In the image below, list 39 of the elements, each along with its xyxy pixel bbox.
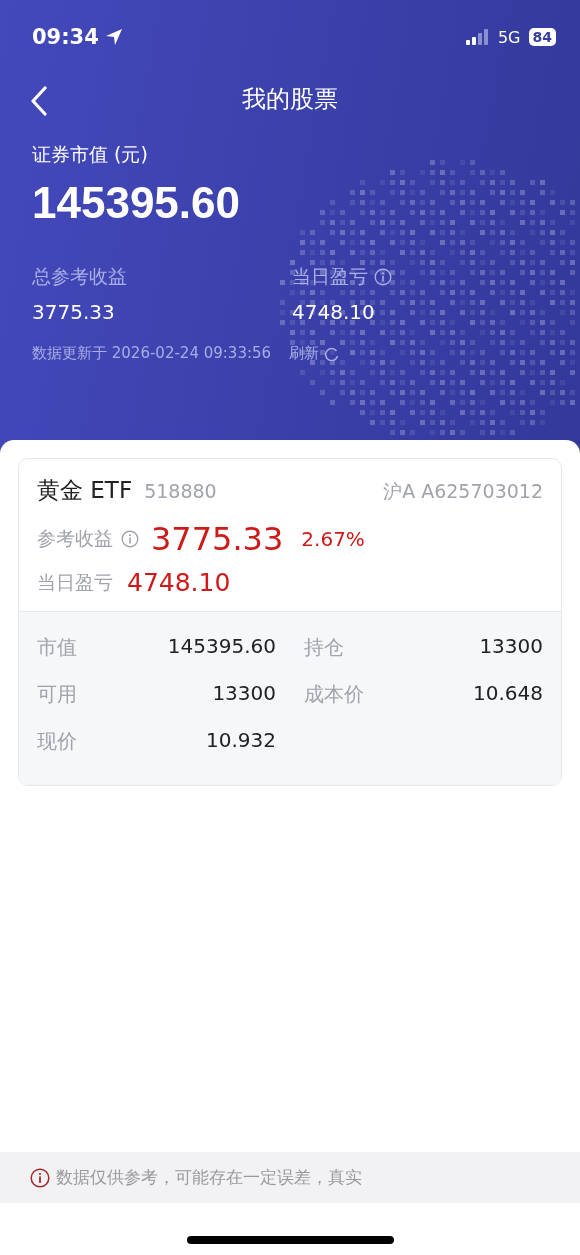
- back-icon[interactable]: [30, 86, 48, 116]
- stat-value: 13300: [212, 681, 276, 707]
- market-value-label: 证券市值 (元): [32, 142, 149, 167]
- signal-icon: [465, 29, 490, 45]
- daily-label: 当日盈亏: [37, 569, 113, 595]
- stock-code: 518880: [144, 480, 217, 502]
- metric-value: 4748.10: [292, 300, 376, 324]
- daily-value: 4748.10: [127, 568, 231, 597]
- stat-value: 10.932: [206, 728, 276, 754]
- status-time: 09:34: [32, 25, 99, 49]
- metric-label: 当日盈亏: [292, 264, 368, 289]
- battery-level: 84: [528, 28, 556, 46]
- stat-label: 可用: [37, 681, 77, 708]
- stat-value: 145395.60: [167, 634, 276, 660]
- stat-label: 现价: [37, 728, 77, 755]
- account-number: 沪A A625703012: [383, 479, 543, 504]
- stat-label: 成本价: [304, 681, 364, 708]
- profit-percent: 2.67%: [301, 527, 365, 551]
- metric-label: 总参考收益: [32, 264, 127, 289]
- stat-value: 10.648: [473, 681, 543, 707]
- metric-value: 3775.33: [32, 300, 116, 324]
- profit-label: 参考收益: [37, 526, 113, 551]
- stat-label: 持仓: [304, 634, 344, 661]
- refresh-button[interactable]: 刷新: [289, 344, 340, 363]
- disclaimer-text: 数据仅供参考，可能存在一定误差，真实: [56, 1166, 362, 1189]
- market-value: 145395.60: [32, 178, 241, 228]
- stat-value: 13300: [479, 634, 543, 660]
- info-icon: [121, 530, 139, 548]
- info-icon: [374, 268, 392, 286]
- holding-card[interactable]: 黄金 ETF 518880 沪A A625703012 参考收益 3775.33 2.67% 当日盈亏 4748.10 市值 145395.60 持仓 13300 可用 13300 成本价 10.648 现价 10.932: [18, 458, 562, 786]
- network-label: 5G: [497, 27, 521, 47]
- info-icon: [30, 1167, 50, 1188]
- stat-label: 市值: [37, 634, 77, 661]
- update-time: 数据更新于 2026-02-24 09:33:56: [32, 344, 272, 363]
- refresh-icon: [325, 346, 340, 361]
- page-title: 我的股票: [242, 84, 338, 115]
- profit-value: 3775.33: [151, 520, 284, 558]
- location-arrow-icon: [104, 28, 123, 46]
- stock-name: 黄金 ETF: [37, 476, 133, 505]
